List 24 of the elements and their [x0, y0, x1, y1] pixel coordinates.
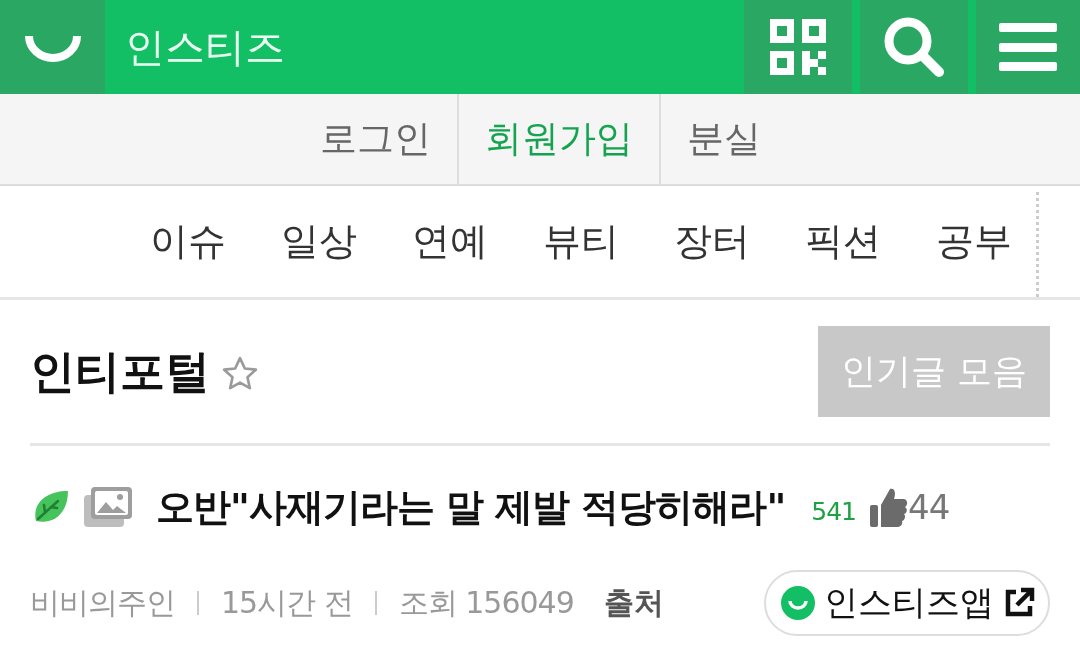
search-icon[interactable]	[860, 0, 968, 94]
account-link[interactable]: 로그인	[293, 94, 457, 184]
qr-code-icon[interactable]	[744, 0, 852, 94]
post-time: 15시간 전	[221, 583, 353, 622]
category-tab[interactable]: 장터	[674, 216, 750, 267]
category-tab[interactable]: 이슈	[150, 216, 226, 267]
site-name: 인스티즈	[125, 22, 285, 72]
category-tab[interactable]: 뷰티	[543, 216, 619, 267]
image-icon	[82, 485, 134, 529]
view-count: 조회 156049	[398, 583, 574, 622]
logo-icon[interactable]	[0, 0, 105, 94]
category-tab[interactable]: 픽션	[805, 216, 881, 267]
source-link[interactable]: 출처	[603, 582, 664, 624]
board-title: 인티포털	[30, 343, 210, 400]
like-count: 44	[908, 487, 950, 527]
category-tab[interactable]: 일상	[281, 216, 357, 267]
account-link[interactable]: 분실	[658, 94, 787, 184]
menu-icon[interactable]	[976, 0, 1080, 94]
logo-icon	[780, 585, 816, 621]
category-tab[interactable]: 공부	[936, 216, 1012, 267]
app-link-button[interactable]: 인스티즈앱	[764, 570, 1050, 636]
comment-count: 541	[811, 496, 856, 526]
post-title[interactable]: 오반"사재기라는 말 제발 적당히해라"	[156, 481, 786, 533]
category-tab[interactable]: 연예	[412, 216, 488, 267]
